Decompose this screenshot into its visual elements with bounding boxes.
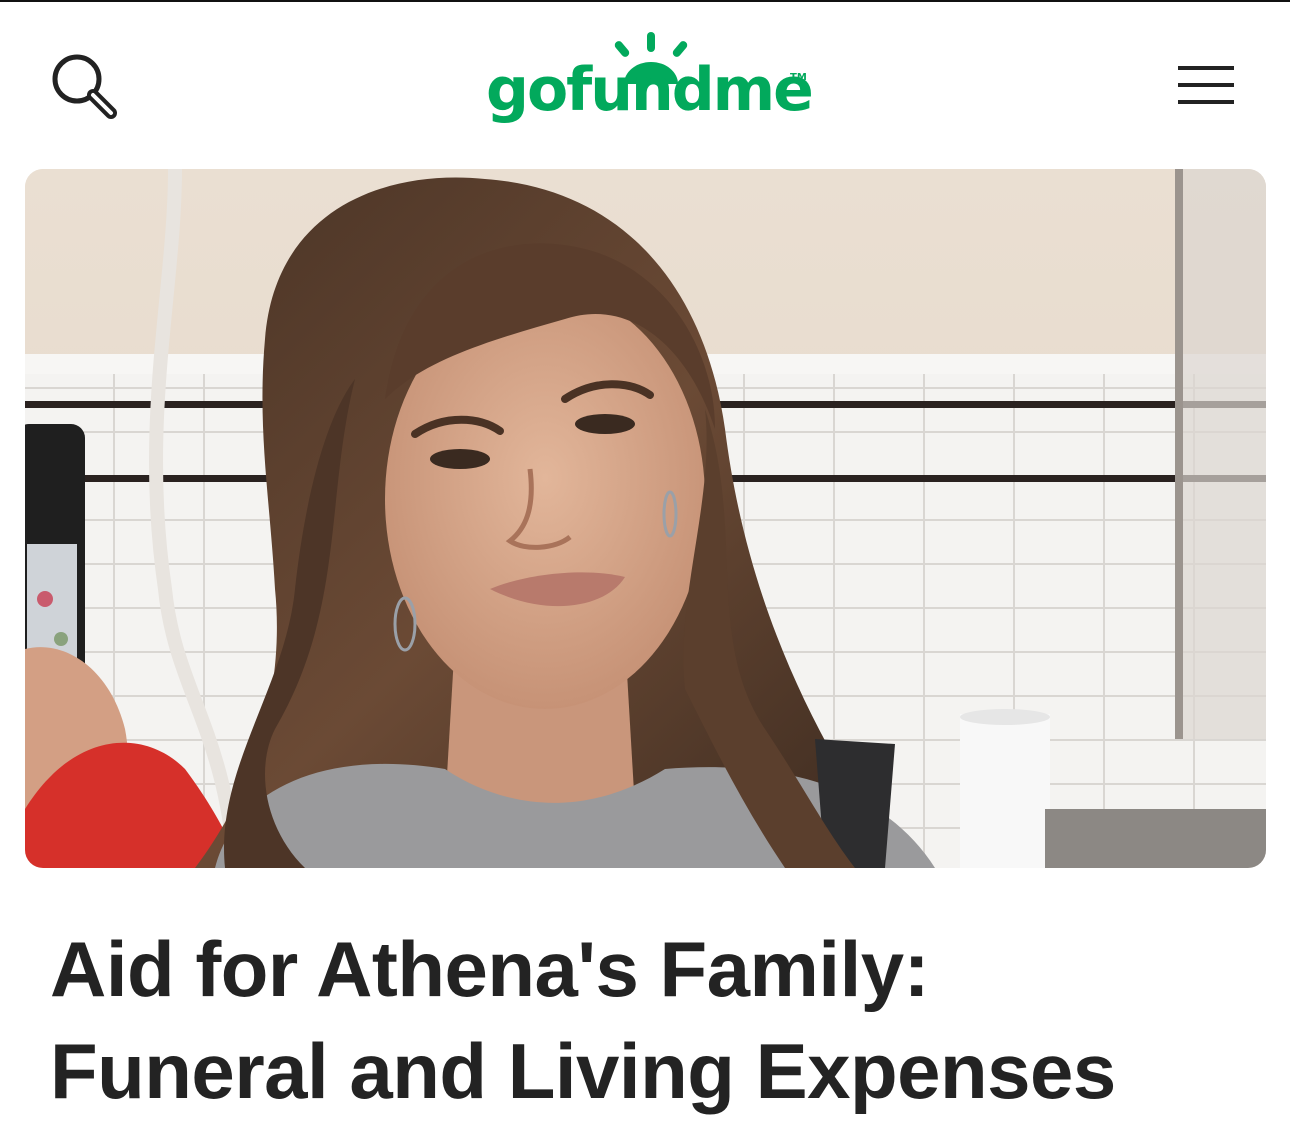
fundraiser-title-line-2: Funeral and Living Expenses [50, 1027, 1116, 1115]
search-icon [52, 54, 117, 119]
hamburger-menu-icon [1178, 66, 1234, 104]
fundraiser-title-line-1: Aid for Athena's Family: [50, 925, 930, 1013]
menu-button[interactable] [1168, 52, 1244, 118]
gofundme-logo[interactable]: gofundme TM [478, 26, 818, 146]
fundraiser-title: Aid for Athena's Family: Funeral and Liv… [50, 918, 1250, 1122]
cover-photo-illustration [25, 169, 1266, 868]
logo-wordmark: gofundme [486, 55, 814, 125]
logo-trademark: TM [790, 72, 807, 83]
page: gofundme TM Aid for Athena's Family: Fun… [0, 0, 1290, 1134]
fundraiser-cover-image[interactable] [25, 169, 1266, 868]
search-button[interactable] [44, 46, 122, 124]
site-header: gofundme TM [0, 2, 1290, 168]
